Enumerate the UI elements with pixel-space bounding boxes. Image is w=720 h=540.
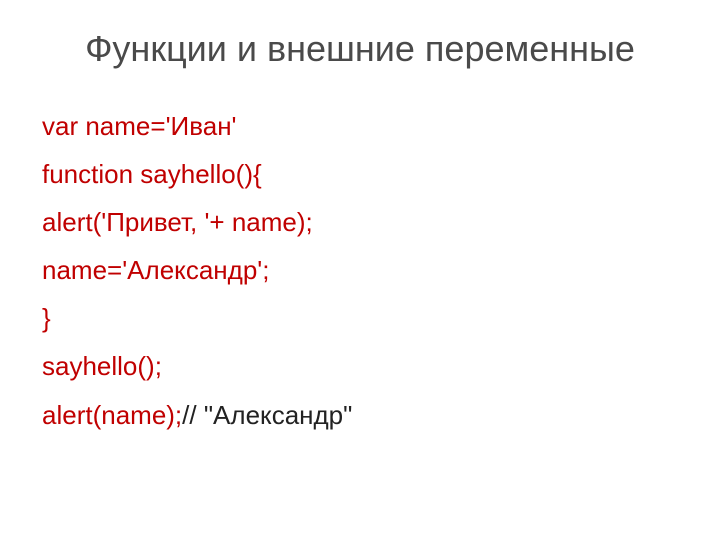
code-line: sayhello(); [42, 342, 682, 390]
code-line: function sayhello(){ [42, 150, 682, 198]
code-line: } [42, 294, 682, 342]
code-text: } [42, 303, 51, 333]
code-line: alert('Привет, '+ name); [42, 198, 682, 246]
code-comment: // "Александр" [182, 400, 352, 430]
code-block: var name='Иван' function sayhello(){ ale… [38, 102, 682, 439]
code-text: alert(name); [42, 400, 182, 430]
code-line: var name='Иван' [42, 102, 682, 150]
code-text: var name='Иван' [42, 111, 237, 141]
code-text: sayhello(); [42, 351, 162, 381]
code-text: alert('Привет, '+ name); [42, 207, 313, 237]
slide-title: Функции и внешние переменные [38, 28, 682, 70]
code-line: name='Александр'; [42, 246, 682, 294]
code-text: name='Александр'; [42, 255, 269, 285]
code-text: function sayhello(){ [42, 159, 262, 189]
code-line: alert(name);// "Александр" [42, 391, 682, 439]
